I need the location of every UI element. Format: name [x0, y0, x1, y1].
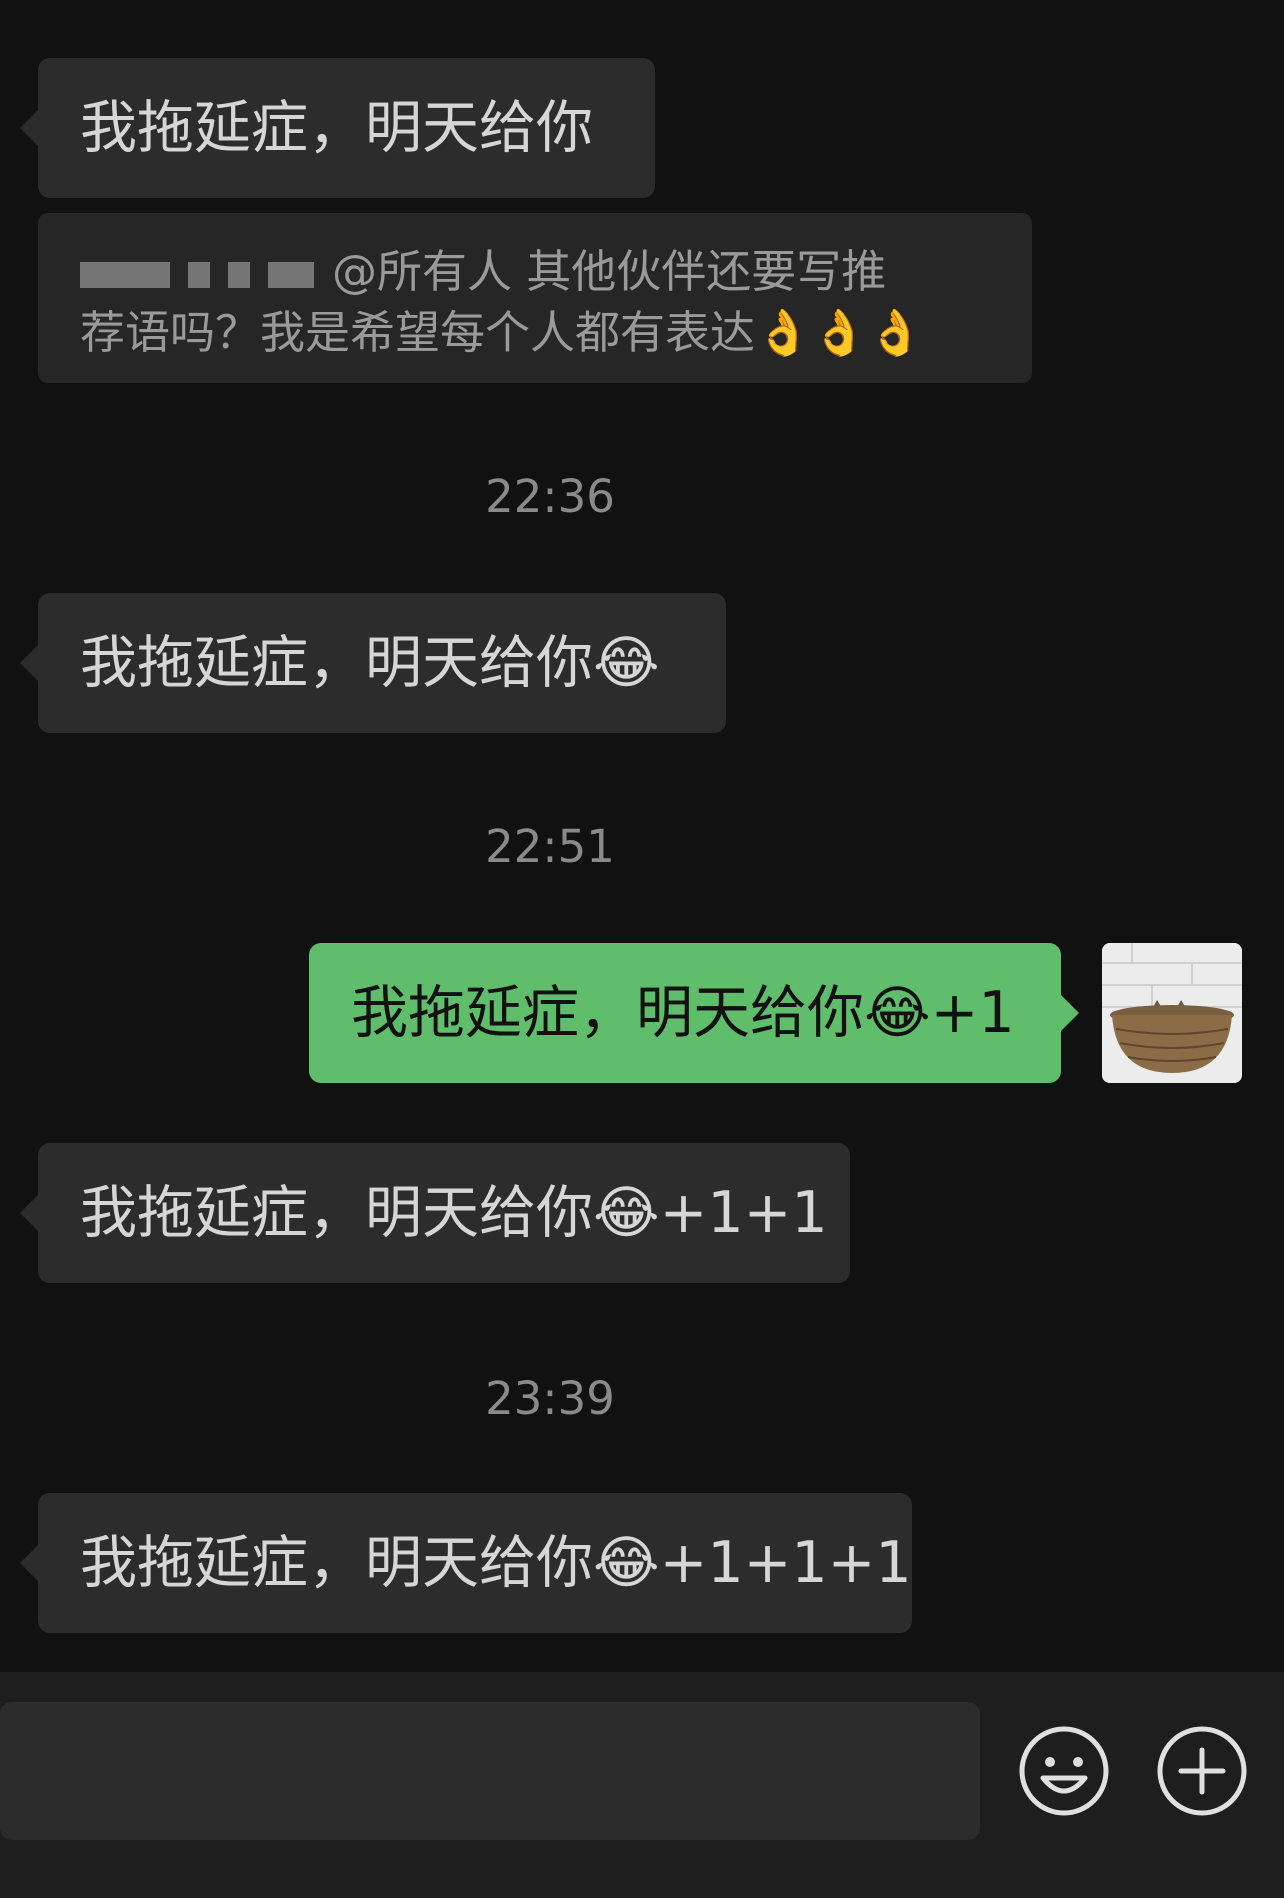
message-suffix: +1+1	[659, 1180, 828, 1246]
avatar-cat-basket-image	[1102, 943, 1242, 1083]
more-button[interactable]	[1155, 1724, 1249, 1818]
message-bubble-incoming[interactable]: 我拖延症，明天给你😂+1+1+1	[20, 1493, 912, 1633]
message-text: 我拖延症，明天给你	[80, 95, 593, 161]
blurred-sender-name	[188, 262, 210, 288]
smiley-icon	[1019, 1726, 1109, 1816]
quoted-message[interactable]: @所有人 其他伙伴还要写推 荐语吗？我是希望每个人都有表达👌👌👌	[38, 213, 1032, 383]
timestamp: 22:36	[485, 470, 615, 523]
blurred-sender-name	[80, 262, 170, 288]
message-bubble-incoming[interactable]: 我拖延症，明天给你😂	[20, 593, 726, 733]
message-emoji: 😂	[864, 980, 931, 1046]
message-suffix: +1	[930, 980, 1015, 1046]
chat-history[interactable]: 我拖延症，明天给你 @所有人 其他伙伴还要写推 荐语吗？我是希望每个人都有表达👌…	[0, 0, 1284, 1672]
blurred-sender-name	[268, 262, 314, 288]
message-bubble-incoming[interactable]: 我拖延症，明天给你	[20, 58, 655, 198]
message-bubble-incoming[interactable]: 我拖延症，明天给你😂+1+1	[20, 1143, 850, 1283]
message-text: 我拖延症，明天给你	[351, 980, 864, 1046]
quote-line-2: 荐语吗？我是希望每个人都有表达👌👌👌	[80, 302, 990, 363]
message-input[interactable]	[0, 1702, 980, 1840]
quote-text-line-2: 荐语吗？我是希望每个人都有表达	[80, 306, 756, 359]
timestamp: 23:39	[485, 1372, 615, 1425]
input-bar	[0, 1672, 1284, 1898]
message-emoji: 😂	[593, 1180, 660, 1246]
message-bubble-outgoing[interactable]: 我拖延症，明天给你😂+1	[309, 943, 1079, 1083]
avatar[interactable]	[1102, 943, 1242, 1083]
message-text: 我拖延症，明天给你	[80, 630, 593, 696]
message-suffix: +1+1+1	[659, 1530, 912, 1596]
message-emoji: 😂	[593, 630, 660, 696]
timestamp: 22:51	[485, 820, 615, 873]
blurred-sender-name	[228, 262, 250, 288]
plus-circle-icon	[1157, 1726, 1247, 1816]
ok-hand-emojis: 👌👌👌	[755, 306, 924, 359]
emoji-button[interactable]	[1017, 1724, 1111, 1818]
quote-text-line-1: @所有人 其他伙伴还要写推	[332, 245, 887, 298]
message-text: 我拖延症，明天给你	[80, 1180, 593, 1246]
quote-line-1: @所有人 其他伙伴还要写推	[80, 241, 990, 302]
message-emoji: 😂	[593, 1530, 660, 1596]
message-text: 我拖延症，明天给你	[80, 1530, 593, 1596]
